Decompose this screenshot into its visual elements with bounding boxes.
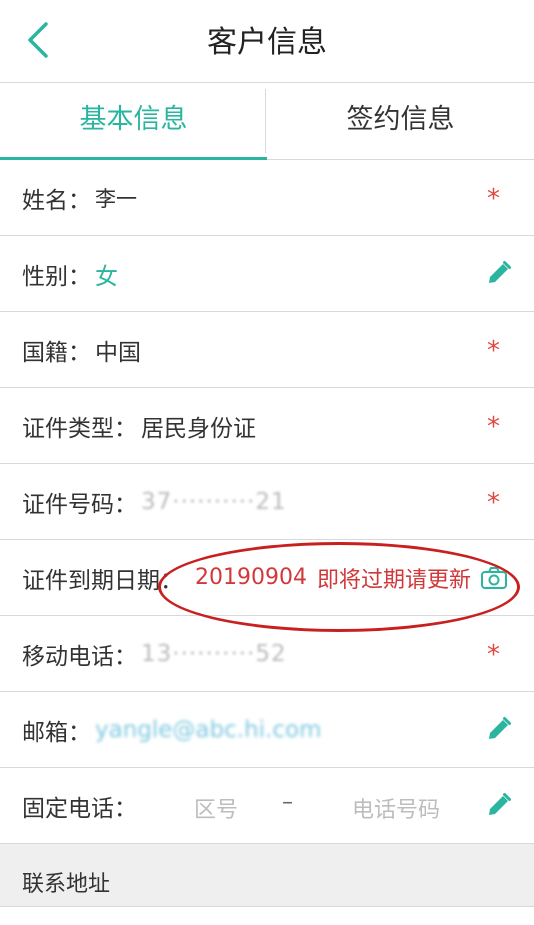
id-type-value: 居民身份证 [141,415,256,442]
expiry-notice: 即将过期请更新 [316,567,471,593]
nationality-row: 国籍： 中国 * [0,312,534,388]
required-asterisk: * [487,336,500,366]
required-asterisk: * [487,184,500,214]
required-asterisk: * [487,488,500,518]
nationality-label: 国籍： [22,339,91,366]
mobile-label: 移动电话： [22,643,137,670]
name-label: 姓名： [22,187,91,214]
id-expiry-date: 20190904 [195,565,307,590]
required-asterisk: * [487,640,500,670]
id-number-value: 37··········21 [141,488,287,515]
mobile-row: 移动电话： 13··········52 * [0,616,534,692]
gender-value: 女 [95,263,118,290]
edit-icon[interactable] [486,792,512,818]
id-number-label: 证件号码： [22,491,137,518]
page-title: 客户信息 [207,25,327,60]
camera-icon[interactable] [480,566,508,590]
name-row: 姓名： 李一 * [0,160,534,236]
phone-number-input[interactable]: 电话号码 [352,792,440,824]
next-row-edge [0,906,534,925]
area-code-input[interactable]: 区号 [194,792,238,824]
id-expiry-row: 证件到期日期： 20190904 即将过期请更新 [0,540,534,616]
email-label: 邮箱： [22,719,91,746]
gender-label: 性别： [22,263,91,290]
tab-contract-info[interactable]: 签约信息 [267,83,534,159]
edit-icon[interactable] [486,260,512,286]
name-value: 李一 [95,186,137,211]
tab-divider [265,89,266,153]
separator: – [282,790,293,815]
id-expiry-label: 证件到期日期： [22,567,183,594]
id-number-row: 证件号码： 37··········21 * [0,464,534,540]
tab-basic-info[interactable]: 基本信息 [0,83,267,160]
email-value: yangle@abc.hi.com [95,716,322,743]
mobile-value: 13··········52 [141,640,287,667]
gender-row[interactable]: 性别： 女 [0,236,534,312]
section-label: 联系地址 [22,872,111,897]
edit-icon[interactable] [486,716,512,742]
email-row[interactable]: 邮箱： yangle@abc.hi.com [0,692,534,768]
id-type-row: 证件类型： 居民身份证 * [0,388,534,464]
header: 客户信息 [0,0,534,83]
tab-bar: 基本信息 签约信息 [0,83,534,160]
landline-row: 固定电话： 区号 – 电话号码 [0,768,534,844]
id-type-label: 证件类型： [22,415,137,442]
landline-label: 固定电话： [22,795,137,822]
nationality-value: 中国 [95,339,141,366]
required-asterisk: * [487,412,500,442]
